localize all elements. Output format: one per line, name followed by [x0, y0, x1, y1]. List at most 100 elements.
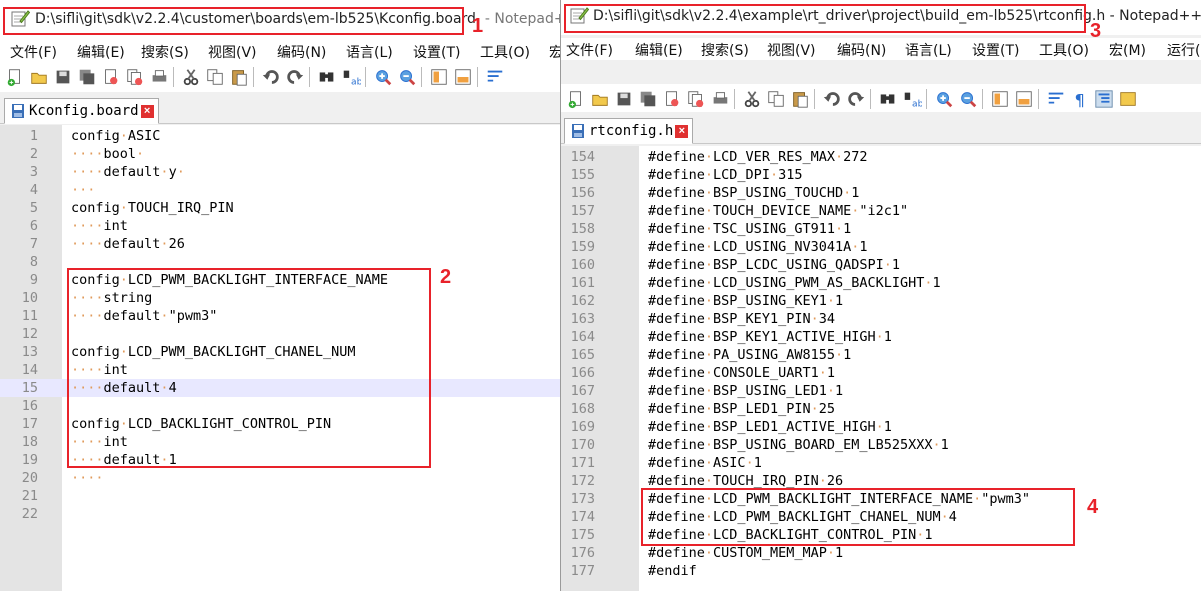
left-menu-item-7[interactable]: 工具(O) — [480, 42, 530, 62]
code-line[interactable]: 168 #define·BSP_LED1_PIN·25 — [561, 400, 1201, 418]
undo-icon[interactable] — [260, 66, 282, 88]
line-number: 12 — [21, 326, 38, 342]
new-file-icon[interactable] — [565, 88, 587, 110]
copy-icon[interactable] — [765, 88, 787, 110]
code-line[interactable]: 161 #define·LCD_USING_PWM_AS_BACKLIGHT·1 — [561, 274, 1201, 292]
close-icon[interactable] — [100, 66, 122, 88]
indent-guide-icon[interactable] — [1093, 88, 1115, 110]
code-line[interactable]: 163 #define·BSP_KEY1_PIN·34 — [561, 310, 1201, 328]
undo-icon[interactable] — [821, 88, 843, 110]
find-icon[interactable] — [877, 88, 899, 110]
code-line[interactable]: 6 ····int — [0, 217, 560, 235]
replace-icon[interactable]: ab — [901, 88, 923, 110]
print-icon[interactable] — [148, 66, 170, 88]
code-line[interactable]: 21 — [0, 487, 560, 505]
code-line[interactable]: 2 ····bool· — [0, 145, 560, 163]
save-icon[interactable] — [613, 88, 635, 110]
doc-map-icon[interactable] — [1117, 88, 1139, 110]
zoom-in-icon[interactable] — [933, 88, 955, 110]
sync-horizontal-icon[interactable] — [1013, 88, 1035, 110]
right-menu-item-3[interactable]: 视图(V) — [767, 40, 816, 60]
code-line[interactable]: 155 #define·LCD_DPI·315 — [561, 166, 1201, 184]
code-line[interactable]: 164 #define·BSP_KEY1_ACTIVE_HIGH·1 — [561, 328, 1201, 346]
code-line[interactable]: 170 #define·BSP_USING_BOARD_EM_LB525XXX·1 — [561, 436, 1201, 454]
open-file-icon[interactable] — [589, 88, 611, 110]
code-line[interactable]: 165 #define·PA_USING_AW8155·1 — [561, 346, 1201, 364]
tab-close-icon[interactable]: × — [140, 104, 154, 118]
toolbar-separator — [734, 89, 735, 109]
code-line[interactable]: 20 ···· — [0, 469, 560, 487]
line-number: 169 — [570, 419, 595, 435]
replace-icon[interactable]: ab — [340, 66, 362, 88]
code-line[interactable]: 3 ····default·y· — [0, 163, 560, 181]
code-line[interactable]: 160 #define·BSP_LCDC_USING_QADSPI·1 — [561, 256, 1201, 274]
zoom-out-icon[interactable] — [957, 88, 979, 110]
code-line[interactable]: 156 #define·BSP_USING_TOUCHD·1 — [561, 184, 1201, 202]
code-line[interactable]: 4 ··· — [0, 181, 560, 199]
right-menu-item-8[interactable]: 宏(M) — [1109, 40, 1146, 60]
code-line[interactable]: 22 — [0, 505, 560, 523]
close-icon[interactable] — [661, 88, 683, 110]
code-line[interactable]: 5 config·TOUCH_IRQ_PIN — [0, 199, 560, 217]
tab-rtconfig-h[interactable]: rtconfig.h × — [564, 118, 694, 144]
code-line[interactable]: 154 #define·LCD_VER_RES_MAX·272 — [561, 148, 1201, 166]
left-menu-item-3[interactable]: 视图(V) — [208, 42, 257, 62]
save-all-icon[interactable] — [76, 66, 98, 88]
word-wrap-icon[interactable] — [484, 66, 506, 88]
sync-horizontal-icon[interactable] — [452, 66, 474, 88]
close-all-icon[interactable] — [124, 66, 146, 88]
code-line[interactable]: 157 #define·TOUCH_DEVICE_NAME·"i2c1" — [561, 202, 1201, 220]
code-line[interactable]: 167 #define·BSP_USING_LED1·1 — [561, 382, 1201, 400]
code-line[interactable]: 1 config·ASIC — [0, 127, 560, 145]
code-line[interactable]: 159 #define·LCD_USING_NV3041A·1 — [561, 238, 1201, 256]
find-icon[interactable] — [316, 66, 338, 88]
code-line[interactable]: 171 #define·ASIC·1 — [561, 454, 1201, 472]
new-file-icon[interactable] — [4, 66, 26, 88]
left-menu-item-6[interactable]: 设置(T) — [413, 42, 460, 62]
zoom-out-icon[interactable] — [396, 66, 418, 88]
left-menu-item-2[interactable]: 搜索(S) — [141, 42, 189, 62]
paste-icon[interactable] — [228, 66, 250, 88]
open-file-icon[interactable] — [28, 66, 50, 88]
right-menu-item-7[interactable]: 工具(O) — [1039, 40, 1089, 60]
line-number: 3 — [29, 164, 38, 180]
code-line[interactable]: 158 #define·TSC_USING_GT911·1 — [561, 220, 1201, 238]
copy-icon[interactable] — [204, 66, 226, 88]
sync-vertical-icon[interactable] — [989, 88, 1011, 110]
word-wrap-icon[interactable] — [1045, 88, 1067, 110]
left-menu-item-1[interactable]: 编辑(E) — [77, 42, 125, 62]
cut-icon[interactable] — [741, 88, 763, 110]
left-menu-item-0[interactable]: 文件(F) — [10, 42, 57, 62]
redo-icon[interactable] — [845, 88, 867, 110]
show-all-chars-icon[interactable]: ¶ — [1069, 88, 1091, 110]
right-menu-item-5[interactable]: 语言(L) — [905, 40, 952, 60]
tab-kconfig-board[interactable]: Kconfig.board × — [4, 98, 159, 124]
left-menu-item-8[interactable]: 宏 — [549, 42, 560, 62]
code-line[interactable]: 166 #define·CONSOLE_UART1·1 — [561, 364, 1201, 382]
sync-vertical-icon[interactable] — [428, 66, 450, 88]
code-line[interactable]: 162 #define·BSP_USING_KEY1·1 — [561, 292, 1201, 310]
right-menu-item-1[interactable]: 编辑(E) — [635, 40, 683, 60]
code-text: ····default·26 — [71, 236, 185, 252]
save-icon[interactable] — [52, 66, 74, 88]
code-line[interactable]: 7 ····default·26 — [0, 235, 560, 253]
left-menu-item-4[interactable]: 编码(N) — [277, 42, 326, 62]
code-line[interactable]: 176 #define·CUSTOM_MEM_MAP·1 — [561, 544, 1201, 562]
close-all-icon[interactable] — [685, 88, 707, 110]
cut-icon[interactable] — [180, 66, 202, 88]
right-menu-item-6[interactable]: 设置(T) — [972, 40, 1019, 60]
right-menu-item-0[interactable]: 文件(F) — [566, 40, 613, 60]
paste-icon[interactable] — [789, 88, 811, 110]
code-line[interactable]: 177 #endif — [561, 562, 1201, 580]
right-menu-item-9[interactable]: 运行( — [1167, 40, 1200, 60]
code-line[interactable]: 169 #define·BSP_LED1_ACTIVE_HIGH·1 — [561, 418, 1201, 436]
right-menu-item-4[interactable]: 编码(N) — [837, 40, 886, 60]
line-number: 160 — [570, 257, 595, 273]
print-icon[interactable] — [709, 88, 731, 110]
left-menu-item-5[interactable]: 语言(L) — [346, 42, 393, 62]
redo-icon[interactable] — [284, 66, 306, 88]
zoom-in-icon[interactable] — [372, 66, 394, 88]
tab-close-icon[interactable]: × — [675, 124, 689, 138]
save-all-icon[interactable] — [637, 88, 659, 110]
right-menu-item-2[interactable]: 搜索(S) — [701, 40, 749, 60]
